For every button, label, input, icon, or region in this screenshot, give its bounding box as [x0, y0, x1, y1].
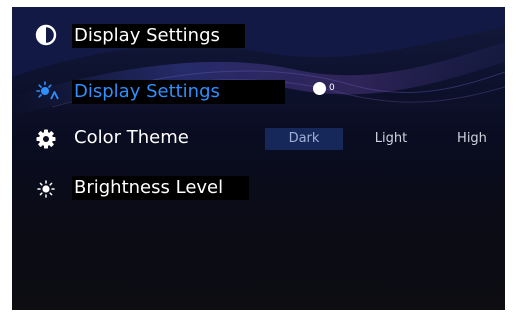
- color-theme-label: Color Theme: [74, 127, 189, 148]
- toggle-knob: [313, 82, 326, 95]
- brightness-level-label[interactable]: Brightness Level: [72, 176, 249, 200]
- setting-row-display[interactable]: Display Settings: [12, 77, 505, 107]
- contrast-icon: [34, 23, 58, 47]
- theme-option-light[interactable]: Light: [356, 128, 426, 150]
- theme-option-dark[interactable]: Dark: [265, 128, 343, 150]
- page-title: Display Settings: [72, 24, 245, 48]
- display-brightness-icon: [34, 79, 59, 103]
- display-toggle[interactable]: 0: [312, 82, 352, 96]
- display-settings-window: Display Settings Display Settings 0 Colo…: [12, 7, 505, 310]
- setting-row-color-theme: Color Theme: [12, 123, 262, 153]
- display-settings-label[interactable]: Display Settings: [72, 80, 285, 104]
- theme-option-high[interactable]: High: [442, 128, 502, 150]
- gear-icon: [34, 127, 58, 151]
- header-row: Display Settings: [12, 21, 505, 51]
- brightness-icon: [34, 177, 58, 201]
- setting-row-brightness[interactable]: Brightness Level: [12, 173, 262, 203]
- toggle-state-text: 0: [329, 83, 335, 93]
